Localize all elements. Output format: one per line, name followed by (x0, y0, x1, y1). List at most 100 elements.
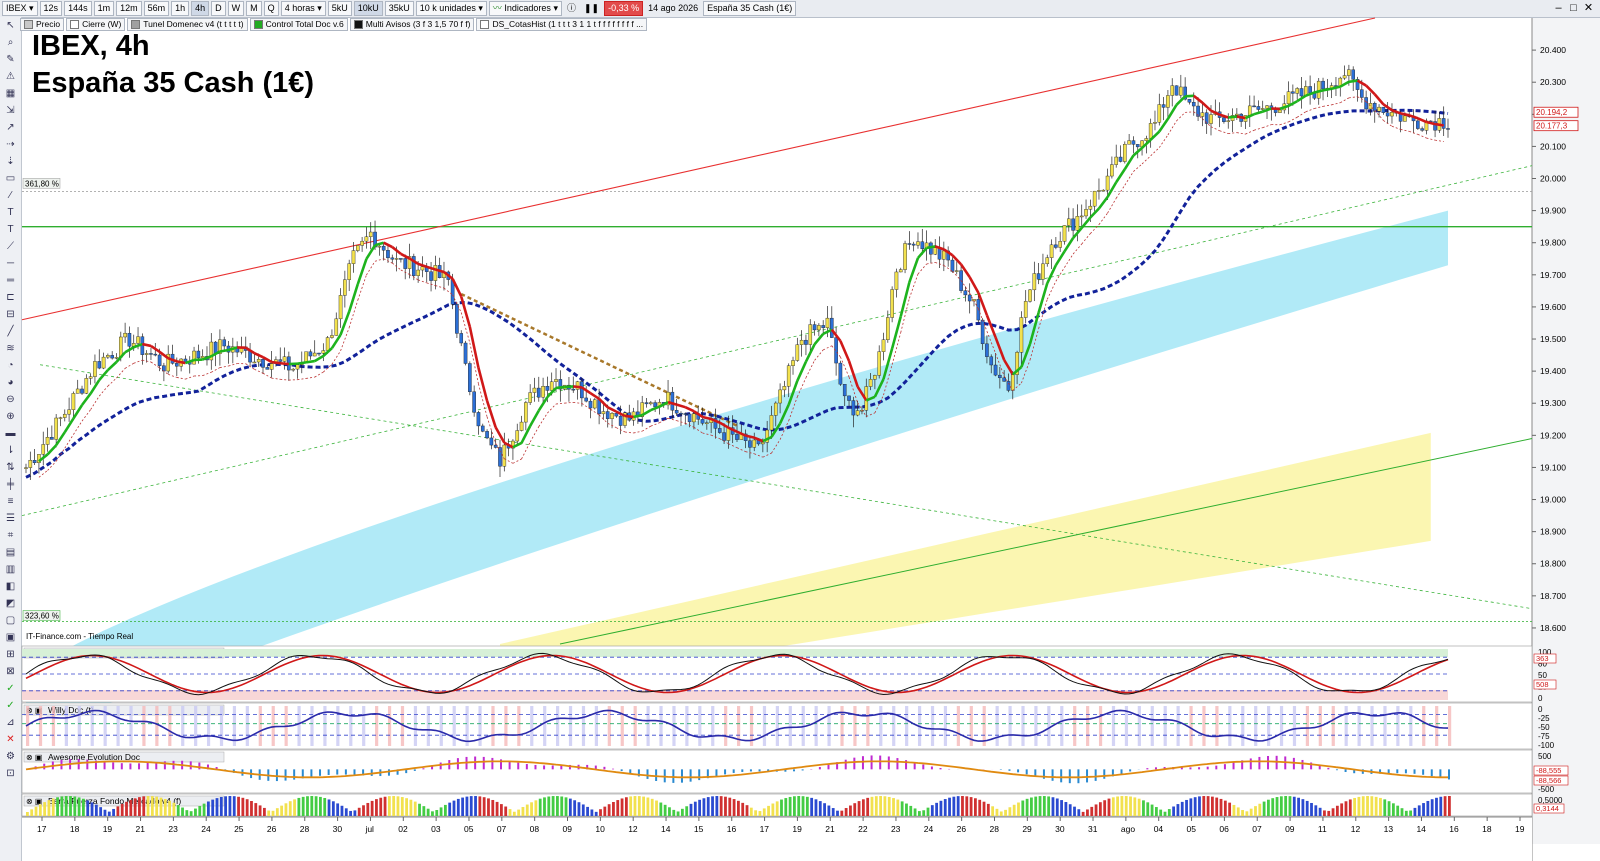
willy-bar (995, 706, 999, 746)
indicator-chip-3[interactable]: Control Total Doc v.6 (249, 17, 348, 31)
barra-bar (344, 808, 348, 816)
barra-bar (1012, 804, 1016, 816)
fib-upper-label: 361,80 % (25, 179, 59, 188)
fast-ma-segment (176, 360, 186, 365)
x-tick-label: ago (1121, 824, 1135, 834)
x-tick-label: 26 (957, 824, 967, 834)
barra-bar (73, 796, 77, 816)
willy-bar (788, 706, 792, 746)
barra-bar (784, 798, 788, 816)
x-tick-label: 09 (1285, 824, 1295, 834)
barra-bar (1387, 801, 1391, 816)
awesome-bar (879, 755, 882, 770)
candle-body (1028, 289, 1032, 302)
candle-body (998, 374, 1002, 379)
candle-body (985, 343, 989, 357)
willy-bar (1073, 706, 1077, 746)
barra-bar (1379, 797, 1382, 816)
barra-bar (1198, 796, 1201, 816)
candle-body (593, 399, 597, 409)
barra-bar (340, 805, 344, 816)
x-tick-label: 11 (1318, 824, 1327, 834)
panel-tick: 0 (1538, 694, 1543, 703)
indicator-chip-4[interactable]: Multi Avisos (3 f 3 1,5 70 f f) (349, 17, 475, 31)
barra-bar (1417, 805, 1421, 816)
candle-body (855, 410, 860, 416)
candle-body (364, 236, 369, 242)
willy-bar (1383, 706, 1387, 746)
barra-bar (1146, 802, 1150, 816)
indicator-label: Control Total Doc v.6 (265, 18, 344, 29)
candle-body (670, 391, 675, 411)
candle-body (804, 339, 808, 345)
willy-bar (51, 706, 56, 746)
candle-body (1278, 109, 1282, 113)
barra-bar (1103, 800, 1107, 816)
indicator-chip-2[interactable]: Tunel Domenec v4 (t t t t t) (127, 17, 248, 31)
candle-body (308, 351, 313, 357)
candle-body (821, 325, 825, 328)
barra-bar (680, 808, 684, 816)
barra-bar (349, 810, 352, 816)
fast-ma-segment (573, 385, 583, 389)
candle-body (101, 356, 106, 369)
awesome-bar (1335, 769, 1338, 771)
y-tick-label: 19.900 (1540, 206, 1566, 216)
candle-body (554, 379, 558, 382)
candle-body (1118, 156, 1123, 162)
barra-bar (245, 799, 249, 816)
barra-bar (1448, 796, 1451, 816)
awesome-bar (1258, 756, 1261, 770)
willy-bar (1150, 706, 1154, 746)
awesome-bar (103, 761, 106, 770)
candle-body (735, 434, 739, 440)
candle-body (110, 355, 114, 359)
barra-bar (1124, 796, 1128, 816)
candle-body (761, 442, 765, 445)
barra-bar (758, 811, 762, 816)
candle-body (1226, 120, 1231, 122)
barra-bar (616, 800, 620, 816)
awesome-bar (86, 759, 89, 770)
candle-body (1265, 105, 1269, 109)
candle-body (687, 413, 692, 423)
awesome-bar (1068, 769, 1071, 784)
barra-bar (870, 796, 874, 816)
awesome-bar (1103, 769, 1106, 779)
y-tick-label: 18.600 (1540, 623, 1566, 633)
indicator-chip-1[interactable]: Cierre (W) (66, 17, 126, 31)
awesome-bar (922, 764, 925, 770)
x-tick-label: 30 (1055, 824, 1065, 834)
indicator-chip-0[interactable]: Precio (20, 17, 65, 31)
candle-body (782, 386, 787, 391)
barra-bar (969, 797, 973, 816)
candle-body (644, 402, 649, 405)
barra-bar (69, 796, 72, 816)
price-chart[interactable]: 361,80 % 323,60 % 18.600 18.700 18.800 18.900… (0, 0, 1600, 861)
barra-bar (577, 802, 581, 816)
fast-ma-segment (1228, 115, 1237, 119)
candle-body (502, 444, 507, 467)
awesome-bar (1060, 769, 1063, 783)
x-tick-label: 14 (661, 824, 671, 834)
willy-bar (1422, 706, 1426, 746)
candle-body (903, 243, 907, 270)
barra-bar (1249, 808, 1253, 816)
willy-bar (943, 706, 948, 746)
candle-body (1446, 128, 1450, 130)
barra-bar (1331, 808, 1335, 816)
candle-body (528, 392, 532, 403)
awesome-bar (793, 769, 796, 772)
barra-bar (280, 805, 284, 816)
barra-bar (120, 803, 124, 816)
indicator-chip-5[interactable]: DS_CotasHist (1 t t t 3 1 1 t f f f f f … (476, 17, 648, 31)
barra-bar (823, 803, 826, 816)
barra-bar (1176, 804, 1180, 816)
candle-body (403, 258, 408, 269)
panel-tick: 500 (1538, 752, 1552, 761)
barra-bar (1310, 802, 1313, 816)
barra-bar (1245, 811, 1249, 816)
barra-bar (189, 811, 193, 816)
willy-bar (853, 706, 857, 746)
candle-body (588, 400, 593, 409)
